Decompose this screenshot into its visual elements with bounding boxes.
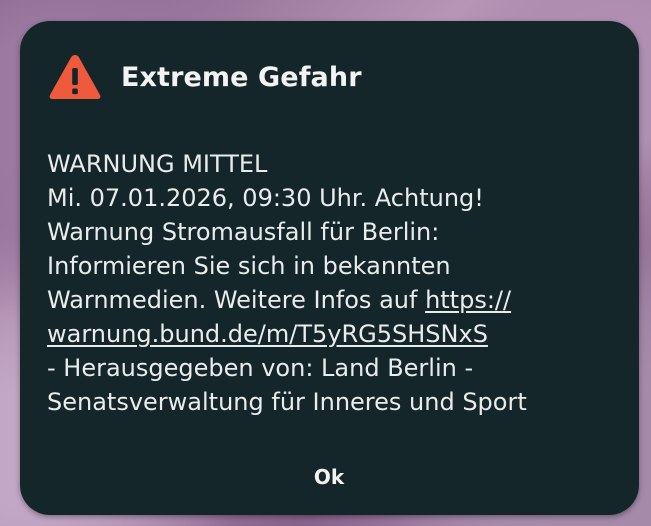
message-line: warnung.bund.de/m/T5yRG5SHSNxS xyxy=(47,317,627,351)
dialog-header: Extreme Gefahr xyxy=(47,51,362,103)
message-line: Informieren Sie sich in bekannten xyxy=(47,252,451,280)
message-line: Senatsverwaltung für Inneres und Sport xyxy=(47,388,527,416)
dialog-title: Extreme Gefahr xyxy=(121,61,362,93)
warning-triangle-icon xyxy=(49,55,101,99)
info-link-continued[interactable]: warnung.bund.de/m/T5yRG5SHSNxS xyxy=(47,320,488,348)
alert-dialog: Extreme Gefahr WARNUNG MITTEL Mi. 07.01.… xyxy=(20,21,639,515)
message-line: WARNUNG MITTEL xyxy=(47,150,268,178)
message-line: Warnmedien. Weitere Infos auf https:// xyxy=(47,283,627,317)
message-line: - Herausgegeben von: Land Berlin - xyxy=(47,354,474,382)
message-line: Mi. 07.01.2026, 09:30 Uhr. Achtung! xyxy=(47,184,484,212)
message-line: Warnung Stromausfall für Berlin: xyxy=(47,218,440,246)
message-text: Warnmedien. Weitere Infos auf xyxy=(47,286,426,314)
ok-button[interactable]: Ok xyxy=(289,459,369,495)
info-link[interactable]: https:// xyxy=(425,286,511,314)
dialog-message: WARNUNG MITTEL Mi. 07.01.2026, 09:30 Uhr… xyxy=(47,147,627,419)
